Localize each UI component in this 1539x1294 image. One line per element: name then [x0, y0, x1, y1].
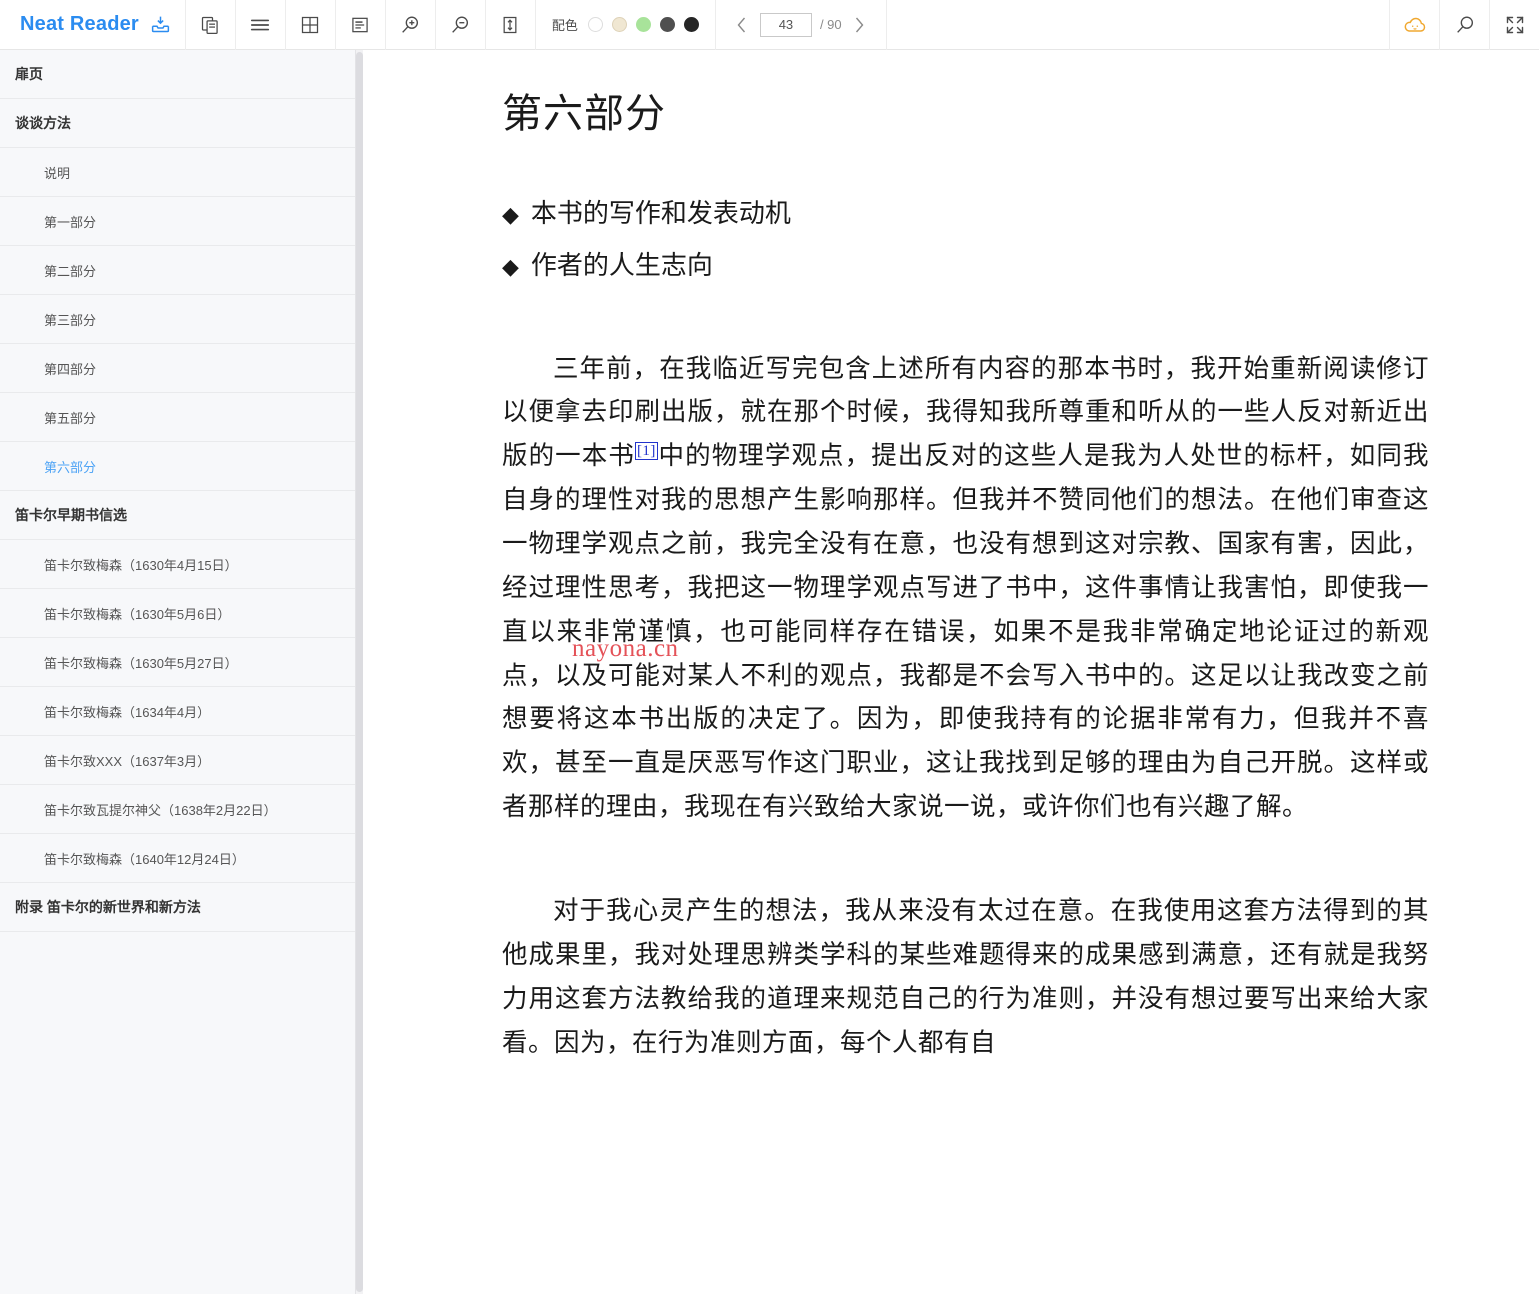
toc-item-12[interactable]: 笛卡尔致梅森（1630年5月27日）	[0, 638, 355, 687]
toc-label: 笛卡尔致瓦提尔神父（1638年2月22日）	[44, 802, 277, 818]
toc-label: 第二部分	[44, 263, 97, 279]
summary-bullet-text: 本书的写作和发表动机	[530, 199, 791, 228]
toc-item-0[interactable]: 扉页	[0, 50, 355, 99]
toc-item-2[interactable]: 说明	[0, 148, 355, 197]
color-scheme-swatches	[587, 17, 699, 32]
table-of-contents-sidebar[interactable]: 扉页 谈谈方法 说明 第一部分 第二部分 第三部分 第四部分 第五部分 第六部分…	[0, 50, 356, 1294]
toc-label: 说明	[44, 165, 71, 181]
toc-item-14[interactable]: 笛卡尔致XXX（1637年3月）	[0, 736, 355, 785]
scheme-green-swatch[interactable]	[635, 17, 651, 32]
toc-item-13[interactable]: 笛卡尔致梅森（1634年4月）	[0, 687, 355, 736]
toc-label: 笛卡尔致梅森（1630年5月6日）	[44, 606, 231, 622]
text-layout-icon[interactable]	[334, 0, 385, 50]
cloud-sync-icon[interactable]	[1389, 0, 1439, 50]
reader-content-pane: 第六部分 ◆ 本书的写作和发表动机 ◆ 作者的人生志向 三年前，在我临近写完包含…	[364, 50, 1539, 1294]
toc-label: 第五部分	[44, 410, 97, 426]
toc-item-4[interactable]: 第二部分	[0, 246, 355, 295]
sidebar-scrollbar-thumb[interactable]	[356, 52, 363, 1292]
toc-item-17[interactable]: 附录 笛卡尔的新世界和新方法	[0, 883, 355, 932]
summary-bullet-0: ◆ 本书的写作和发表动机	[502, 194, 1429, 234]
scheme-cream-swatch[interactable]	[611, 17, 627, 32]
summary-bullet-1: ◆ 作者的人生志向	[502, 246, 1429, 286]
color-scheme-group: 配色	[534, 0, 715, 50]
paragraph-1-part-b: 中的物理学观点，提出反对的这些人是我为人处世的标杆，如同我自身的理性对我的思想产…	[502, 441, 1429, 822]
toolbar-left-group: Neat Reader 配色 43 / 90	[0, 0, 887, 50]
line-height-icon[interactable]	[484, 0, 535, 50]
download-tray-icon[interactable]	[150, 14, 171, 35]
toc-label: 笛卡尔致梅森（1630年4月15日）	[44, 557, 238, 573]
color-scheme-label: 配色	[551, 18, 578, 33]
toc-item-16[interactable]: 笛卡尔致梅森（1640年12月24日）	[0, 834, 355, 883]
summary-bullet-text: 作者的人生志向	[530, 251, 713, 281]
body-paragraph-2: 对于我心灵产生的想法，我从来没有太过在意。在我使用这套方法得到的其他成果里，我对…	[502, 896, 1429, 1057]
toc-label: 笛卡尔早期书信选	[15, 507, 127, 523]
toc-item-7[interactable]: 第五部分	[0, 393, 355, 442]
toc-label: 笛卡尔致XXX（1637年3月）	[44, 753, 211, 769]
toc-item-11[interactable]: 笛卡尔致梅森（1630年5月6日）	[0, 589, 355, 638]
app-title: Neat Reader	[20, 13, 139, 35]
scheme-black-swatch[interactable]	[683, 17, 699, 32]
footnote-reference-link[interactable]: [1]	[634, 441, 658, 460]
fullscreen-icon[interactable]	[1489, 0, 1539, 50]
search-icon[interactable]	[1439, 0, 1489, 50]
toc-label: 笛卡尔致梅森（1634年4月）	[44, 704, 211, 720]
toc-item-6[interactable]: 第四部分	[0, 344, 355, 393]
copy-pages-icon[interactable]	[184, 0, 235, 50]
toc-label: 第三部分	[44, 312, 97, 328]
toc-item-5[interactable]: 第三部分	[0, 295, 355, 344]
toc-item-3[interactable]: 第一部分	[0, 197, 355, 246]
toc-label: 谈谈方法	[15, 115, 71, 131]
top-toolbar: Neat Reader 配色 43 / 90	[0, 0, 1539, 50]
toc-label: 第六部分	[44, 459, 97, 475]
prev-page-button[interactable]	[732, 15, 752, 35]
diamond-bullet-icon: ◆	[502, 202, 519, 227]
toolbar-right-group	[1389, 0, 1539, 50]
toc-item-10[interactable]: 笛卡尔致梅森（1630年4月15日）	[0, 540, 355, 589]
toc-label: 第四部分	[44, 361, 97, 377]
page-navigation-group: 43 / 90	[714, 0, 887, 50]
page-number-input[interactable]: 43	[759, 12, 812, 37]
grid-layout-icon[interactable]	[284, 0, 335, 50]
total-pages-label: / 90	[819, 17, 842, 32]
diamond-bullet-icon: ◆	[502, 254, 519, 280]
toc-item-8-active[interactable]: 第六部分	[0, 442, 355, 491]
book-page: 第六部分 ◆ 本书的写作和发表动机 ◆ 作者的人生志向 三年前，在我临近写完包含…	[364, 50, 1539, 1064]
toc-item-1[interactable]: 谈谈方法	[0, 99, 355, 148]
toc-label: 扉页	[15, 66, 43, 82]
toc-label: 附录 笛卡尔的新世界和新方法	[15, 899, 201, 915]
body-paragraph-1: 三年前，在我临近写完包含上述所有内容的那本书时，我开始重新阅读修订以便拿去印刷出…	[502, 347, 1429, 829]
scheme-gray-swatch[interactable]	[659, 17, 675, 32]
page-title: 第六部分	[502, 91, 666, 136]
toc-item-9[interactable]: 笛卡尔早期书信选	[0, 491, 355, 540]
toc-item-15[interactable]: 笛卡尔致瓦提尔神父（1638年2月22日）	[0, 785, 355, 834]
toc-label: 笛卡尔致梅森（1640年12月24日）	[44, 851, 245, 867]
toc-label: 第一部分	[44, 214, 97, 230]
toc-label: 笛卡尔致梅森（1630年5月27日）	[44, 655, 238, 671]
scheme-white-swatch[interactable]	[587, 17, 603, 32]
zoom-in-icon[interactable]	[384, 0, 435, 50]
list-lines-icon[interactable]	[234, 0, 285, 50]
next-page-button[interactable]	[850, 15, 870, 35]
app-brand[interactable]: Neat Reader	[0, 9, 185, 41]
zoom-out-icon[interactable]	[434, 0, 485, 50]
